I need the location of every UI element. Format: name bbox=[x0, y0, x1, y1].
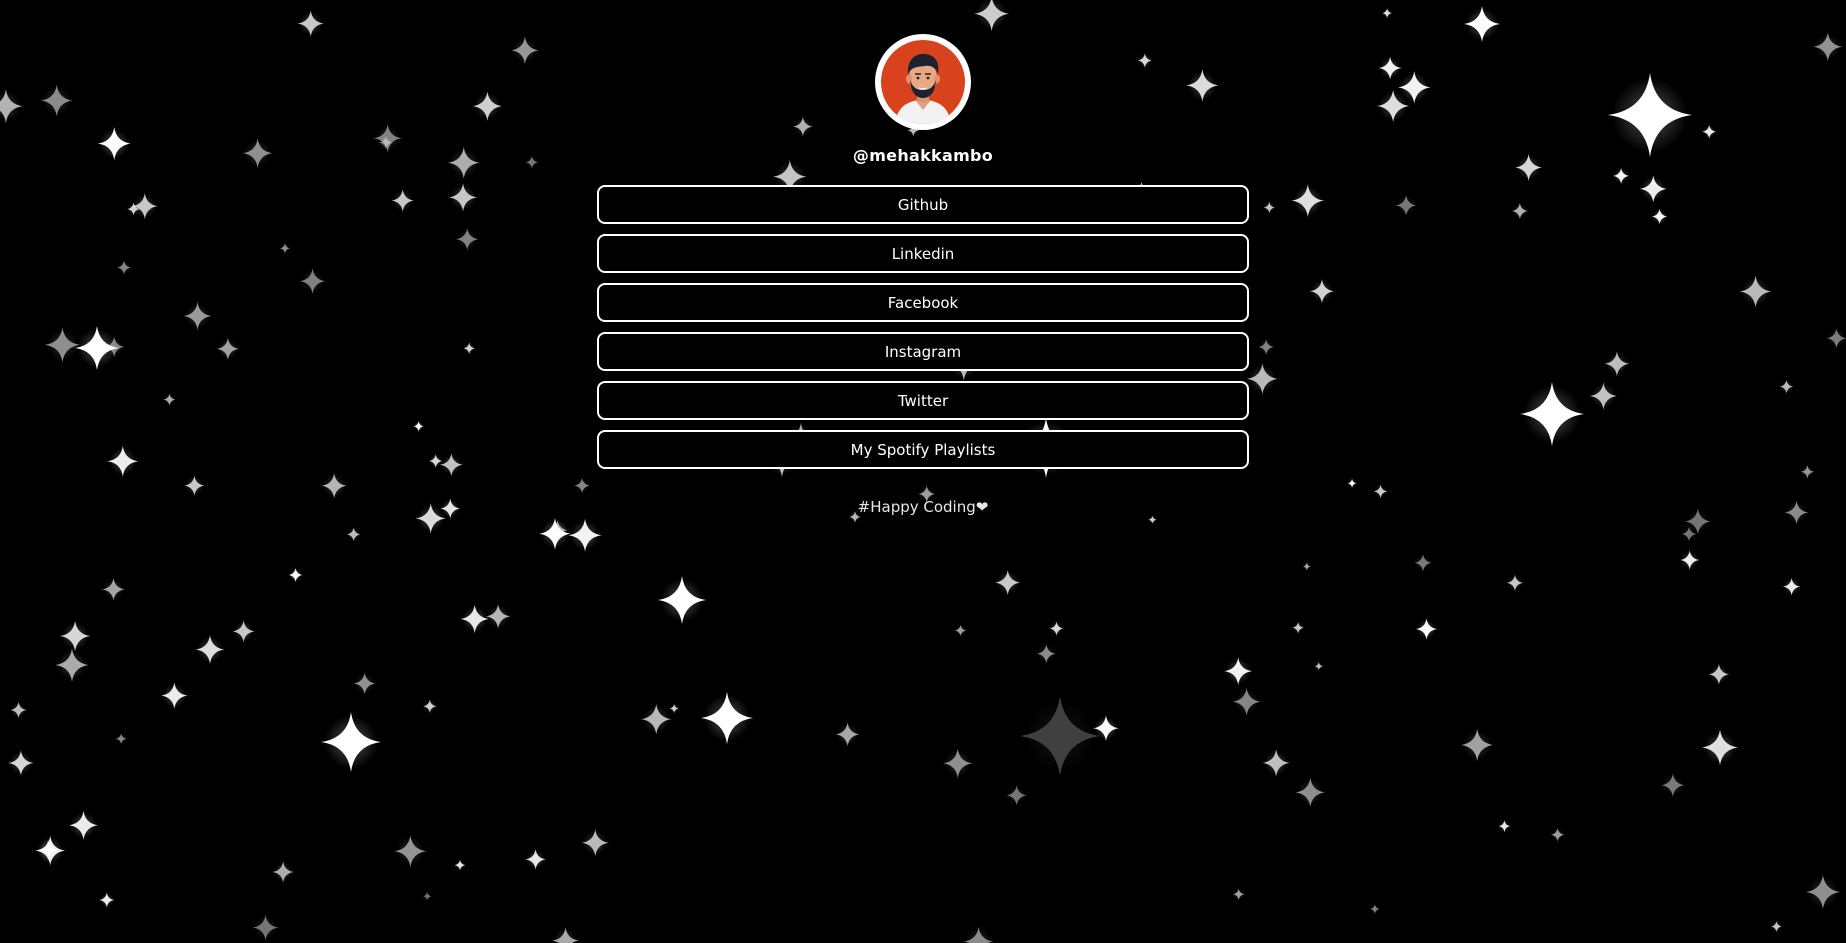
instagram-link-button[interactable]: Instagram bbox=[597, 332, 1249, 371]
sparkle-star-icon bbox=[581, 829, 609, 857]
sparkle-star-icon bbox=[995, 570, 1021, 596]
sparkle-star-icon bbox=[1224, 657, 1253, 686]
facebook-link-button[interactable]: Facebook bbox=[597, 283, 1249, 322]
sparkle-star-icon bbox=[1702, 729, 1738, 766]
sparkle-star-icon bbox=[1302, 562, 1311, 571]
sparkle-star-icon bbox=[1295, 777, 1325, 808]
sparkle-star-icon bbox=[669, 703, 679, 714]
sparkle-star-icon bbox=[1498, 820, 1511, 833]
sparkle-star-icon bbox=[59, 620, 91, 652]
sparkle-star-icon bbox=[394, 835, 427, 868]
footer-tagline: #Happy Coding❤ bbox=[857, 498, 989, 516]
sparkle-star-icon bbox=[346, 527, 361, 542]
linkedin-link-button[interactable]: Linkedin bbox=[597, 234, 1249, 273]
sparkle-star-icon bbox=[252, 914, 279, 941]
sparkle-star-icon bbox=[1370, 904, 1380, 914]
sparkle-star-icon bbox=[1681, 526, 1697, 542]
sparkle-star-icon bbox=[272, 861, 294, 883]
sparkle-star-icon bbox=[835, 722, 860, 747]
sparkle-star-icon bbox=[195, 635, 225, 664]
sparkle-star-icon bbox=[161, 682, 188, 709]
sparkle-star-icon bbox=[1661, 773, 1685, 797]
sparkle-star-icon bbox=[1006, 785, 1027, 806]
sparkle-star-icon bbox=[423, 892, 432, 901]
sparkle-star-icon bbox=[943, 748, 973, 779]
sparkle-star-icon bbox=[454, 859, 466, 871]
person-avatar-icon bbox=[881, 40, 965, 124]
sparkle-star-icon bbox=[1770, 920, 1783, 933]
sparkle-star-icon bbox=[1415, 618, 1438, 640]
sparkle-star-icon bbox=[1708, 663, 1730, 685]
sparkle-star-icon bbox=[539, 517, 571, 550]
sparkle-star-icon bbox=[1461, 728, 1494, 762]
sparkle-star-icon bbox=[102, 578, 125, 601]
sparkle-star-icon bbox=[35, 835, 66, 866]
sparkle-star-icon bbox=[954, 624, 967, 637]
avatar bbox=[875, 34, 971, 130]
sparkle-star-icon bbox=[658, 576, 706, 624]
sparkle-star-icon bbox=[288, 567, 303, 583]
sparkle-star-icon bbox=[8, 750, 34, 776]
sparkle-star-icon bbox=[55, 648, 89, 682]
link-list: Github Linkedin Facebook Instagram Twitt… bbox=[597, 185, 1249, 469]
sparkle-star-icon bbox=[1782, 577, 1801, 596]
sparkle-star-icon bbox=[1262, 749, 1290, 777]
sparkle-star-icon bbox=[1805, 874, 1840, 909]
sparkle-star-icon bbox=[1550, 828, 1565, 842]
spotify-playlists-link-button[interactable]: My Spotify Playlists bbox=[597, 430, 1249, 469]
sparkle-star-icon bbox=[1679, 550, 1700, 570]
sparkle-star-icon bbox=[353, 672, 376, 695]
sparkle-star-icon bbox=[552, 927, 579, 943]
sparkle-star-icon bbox=[10, 701, 27, 719]
sparkle-star-icon bbox=[568, 518, 602, 552]
sparkle-star-icon bbox=[1049, 621, 1064, 636]
sparkle-star-icon bbox=[1148, 515, 1157, 524]
sparkle-star-icon bbox=[1036, 644, 1056, 664]
sparkle-star-icon bbox=[1292, 622, 1304, 634]
sparkle-star-icon bbox=[547, 520, 568, 541]
sparkle-star-icon bbox=[1414, 553, 1432, 572]
sparkle-star-icon bbox=[99, 892, 115, 908]
profile-container: @mehakkambo Github Linkedin Facebook Ins… bbox=[0, 0, 1846, 516]
twitter-link-button[interactable]: Twitter bbox=[597, 381, 1249, 420]
username: @mehakkambo bbox=[852, 146, 994, 165]
sparkle-star-icon bbox=[1506, 574, 1524, 592]
sparkle-star-icon bbox=[641, 703, 672, 735]
sparkle-star-icon bbox=[69, 810, 99, 840]
sparkle-star-icon bbox=[232, 620, 255, 643]
sparkle-star-icon bbox=[1020, 696, 1100, 776]
sparkle-star-icon bbox=[423, 699, 437, 713]
page: @mehakkambo Github Linkedin Facebook Ins… bbox=[0, 0, 1846, 943]
sparkle-star-icon bbox=[701, 692, 753, 744]
sparkle-star-icon bbox=[460, 604, 489, 634]
sparkle-star-icon bbox=[1232, 888, 1245, 901]
sparkle-star-icon bbox=[1232, 687, 1261, 716]
sparkle-star-icon bbox=[1093, 715, 1119, 742]
sparkle-star-icon bbox=[525, 849, 546, 870]
sparkle-star-icon bbox=[115, 733, 127, 745]
sparkle-star-icon bbox=[321, 712, 381, 772]
sparkle-star-icon bbox=[37, 839, 59, 861]
sparkle-star-icon bbox=[485, 604, 511, 629]
github-link-button[interactable]: Github bbox=[597, 185, 1249, 224]
sparkle-star-icon bbox=[963, 926, 994, 943]
sparkle-star-icon bbox=[1314, 662, 1323, 671]
